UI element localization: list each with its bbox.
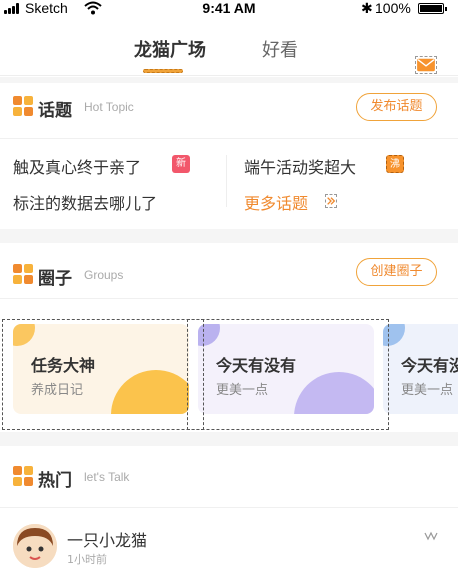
groups-header: 圈子 Groups 创建圈子 (0, 243, 458, 299)
hot-subtitle: let's Talk (84, 470, 130, 484)
topics-title: 话题 (38, 101, 72, 121)
battery-icon (418, 3, 447, 14)
status-bar: Sketch 9:41 AM ✱ 100% (0, 0, 458, 18)
topic-item[interactable]: 标注的数据去哪儿了 (13, 190, 157, 214)
double-chevron-right-icon[interactable] (325, 194, 337, 208)
carousel-gap-marker (187, 319, 204, 430)
post-username[interactable]: 一只小龙猫 (67, 527, 147, 551)
section-divider (0, 432, 458, 446)
battery-percent: 100% (375, 0, 411, 16)
create-group-button[interactable]: 创建圈子 (356, 258, 437, 286)
avatar-illustration (13, 524, 57, 568)
more-topics-link[interactable]: 更多话题 (244, 190, 308, 214)
active-tab-indicator (143, 69, 183, 73)
groups-title: 圈子 (38, 269, 72, 289)
post-time: 1小时前 (67, 553, 107, 566)
top-nav: 龙猫广场 好看 (0, 18, 458, 76)
topic-item[interactable]: 触及真心终于亲了 (13, 154, 141, 178)
group-card[interactable]: 今天有没 更美一点 (383, 324, 458, 414)
new-badge: 新 (172, 155, 190, 173)
groups-carousel[interactable]: 任务大神 养成日记 今天有没有 更美一点 今天有没 更美一点 (0, 318, 458, 430)
hot-title: 热门 (38, 471, 72, 491)
topic-divider (226, 155, 227, 207)
group-card-title: 今天有没 (401, 356, 458, 375)
group-card-subtitle: 更美一点 (401, 383, 454, 398)
topics-subtitle: Hot Topic (84, 100, 134, 114)
bluetooth-icon: ✱ (361, 0, 373, 16)
hot-badge: 沸 (386, 155, 404, 173)
grid-icon (13, 466, 33, 486)
topics-header: 话题 Hot Topic 发布话题 (0, 83, 458, 139)
avatar[interactable] (13, 524, 57, 568)
hot-header: 热门 let's Talk (0, 446, 458, 508)
groups-subtitle: Groups (84, 268, 124, 282)
tab-longmao-square[interactable]: 龙猫广场 (134, 36, 206, 62)
grid-icon (13, 264, 33, 284)
publish-topic-button[interactable]: 发布话题 (356, 93, 437, 121)
topic-item[interactable]: 端午活动奖超大 (244, 154, 356, 178)
mail-icon[interactable] (415, 56, 437, 74)
grid-icon (13, 96, 33, 116)
more-options-icon[interactable] (424, 531, 438, 541)
tab-haokan[interactable]: 好看 (262, 36, 298, 62)
section-divider (0, 229, 458, 243)
